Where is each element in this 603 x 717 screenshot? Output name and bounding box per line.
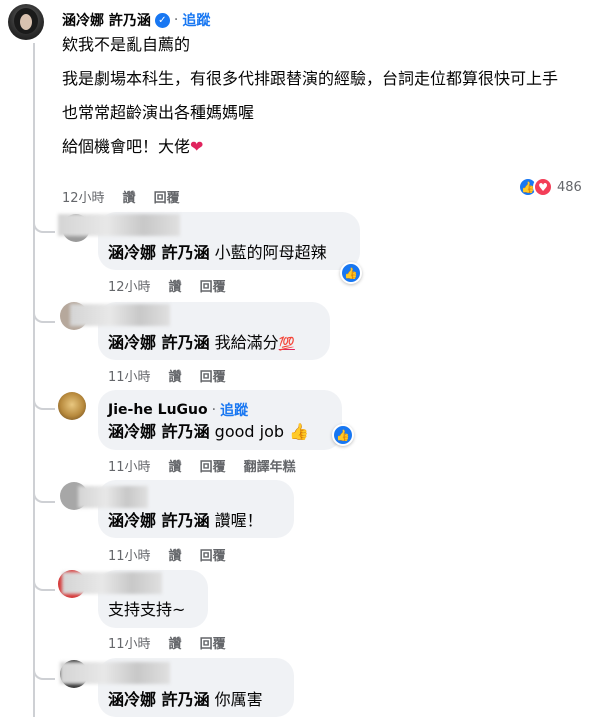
reply-connector [33,573,55,591]
reply-text: 我給滿分 [214,333,279,352]
reply-connector [33,485,55,503]
comment-actions: 12小時 讚 回覆 [62,187,180,206]
reaction-count: 486 [557,179,582,195]
follow-button[interactable]: 追蹤 [182,10,210,30]
like-button[interactable]: 讚 [123,187,136,206]
reaction-summary[interactable]: 👍 ♥ 486 [518,177,582,197]
redacted-name [58,214,180,236]
reply-bubble: 涵冷娜 許乃涵 讚喔！ [78,480,294,538]
reply-timestamp[interactable]: 11小時 [108,633,151,652]
reply-button[interactable]: 回覆 [154,187,180,206]
comment-line: 也常常超齡演出各種媽媽喔 [62,103,255,122]
thread-line [33,43,35,717]
hundred-points-icon: 💯 [278,337,295,352]
reply-timestamp[interactable]: 12小時 [108,276,151,295]
reply-timestamp[interactable]: 11小時 [108,456,151,475]
mention-tag[interactable]: 涵冷娜 許乃涵 [108,690,210,709]
like-reaction-icon[interactable]: 👍 [332,424,354,446]
reply-bubble: Jie-he LuGuo · 追蹤 涵冷娜 許乃涵 good job 👍 [98,390,342,450]
heart-emoji-icon: ❤ [190,137,204,156]
reply-button[interactable]: 回覆 [200,545,226,564]
mention-tag[interactable]: 涵冷娜 許乃涵 [108,511,210,530]
verified-badge-icon: ✓ [154,12,170,28]
reply-button[interactable]: 回覆 [200,456,226,475]
reply-actions: 12小時 讚 回覆 [108,276,226,295]
reply-text: 你厲害 [214,690,263,709]
reply-bubble: 支持支持~ [62,570,208,628]
like-button[interactable]: 讚 [169,276,182,295]
reply-text: 讚喔！ [214,511,263,530]
reply-timestamp[interactable]: 11小時 [108,366,151,385]
reply-actions: 11小時 讚 回覆 [108,633,226,652]
thumbs-up-emoji-icon: 👍 [289,422,310,441]
redacted-name [78,486,148,508]
like-button[interactable]: 讚 [169,545,182,564]
reply-connector [33,662,55,680]
reply-avatar[interactable] [58,392,86,420]
reply-author-name[interactable]: Jie-he LuGuo [108,402,208,418]
follow-button[interactable]: 追蹤 [220,400,248,420]
reply-actions: 11小時 讚 回覆 翻譯年糕 [108,456,296,475]
mention-tag[interactable]: 涵冷娜 許乃涵 [108,422,210,441]
redacted-name [62,572,162,594]
reply-button[interactable]: 回覆 [200,366,226,385]
reply-bubble: 涵冷娜 許乃涵 小藍的阿母超辣 [58,212,360,270]
love-icon: ♥ [533,177,553,197]
comment-line: 給個機會吧！大佬❤ [62,137,204,156]
comment-line: 我是劇場本科生，有很多代排跟替演的經驗，台詞走位都算很快可上手 [62,69,559,88]
mention-tag[interactable]: 涵冷娜 許乃涵 [108,243,210,262]
reply-bubble: 涵冷娜 許乃涵 你厲害 [60,658,294,717]
commenter-avatar[interactable] [8,4,44,40]
like-button[interactable]: 讚 [169,633,182,652]
reply-text: good job [214,422,285,441]
reply-connector [33,305,55,323]
like-button[interactable]: 讚 [169,366,182,385]
reply-actions: 11小時 讚 回覆 [108,545,226,564]
mention-tag[interactable]: 涵冷娜 許乃涵 [108,333,210,352]
redacted-name [70,304,170,326]
reply-connector [33,215,55,233]
reply-connector [33,392,55,410]
main-comment-bubble: 涵冷娜 許乃涵 ✓ · 追蹤 欸我不是亂自薦的 我是劇場本科生，有很多代排跟替演… [52,0,578,180]
reply-text: 支持支持~ [108,600,186,619]
comment-timestamp[interactable]: 12小時 [62,187,105,206]
comment-author-name[interactable]: 涵冷娜 許乃涵 [62,10,151,30]
reply-button[interactable]: 回覆 [200,276,226,295]
reply-actions: 11小時 讚 回覆 [108,366,226,385]
like-button[interactable]: 讚 [169,456,182,475]
like-reaction-icon[interactable]: 👍 [340,262,362,284]
redacted-name [60,662,170,684]
comment-line: 欸我不是亂自薦的 [62,35,191,54]
reply-bubble: 涵冷娜 許乃涵 我給滿分💯 [70,302,330,360]
reply-text: 小藍的阿母超辣 [214,243,327,262]
translate-button[interactable]: 翻譯年糕 [244,456,296,475]
reply-timestamp[interactable]: 11小時 [108,545,151,564]
reply-button[interactable]: 回覆 [200,633,226,652]
comment-text: 欸我不是亂自薦的 我是劇場本科生，有很多代排跟替演的經驗，台詞走位都算很快可上手… [62,34,562,158]
